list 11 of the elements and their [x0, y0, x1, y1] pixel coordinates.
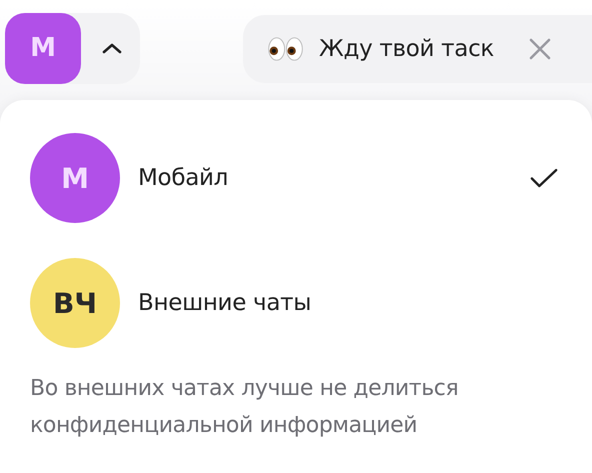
eyes-icon	[267, 35, 305, 63]
status-text: Жду твой таск	[319, 36, 494, 62]
workspace-avatar: М	[30, 133, 120, 223]
note-text: Во внешних чатах лучше не делиться конфиденциальной информацией	[30, 375, 460, 440]
workspace-name: Внешние чаты	[138, 290, 312, 316]
workspace-avatar: ВЧ	[30, 258, 120, 348]
workspace-name: Мобайл	[138, 165, 230, 191]
workspace-item[interactable]: ВЧ Внешние чаты	[0, 257, 592, 349]
chevron-icon[interactable]	[102, 42, 122, 54]
status-chip[interactable]: Жду твой таск	[243, 15, 592, 83]
workspace-item[interactable]: М Мобайл	[0, 132, 592, 224]
